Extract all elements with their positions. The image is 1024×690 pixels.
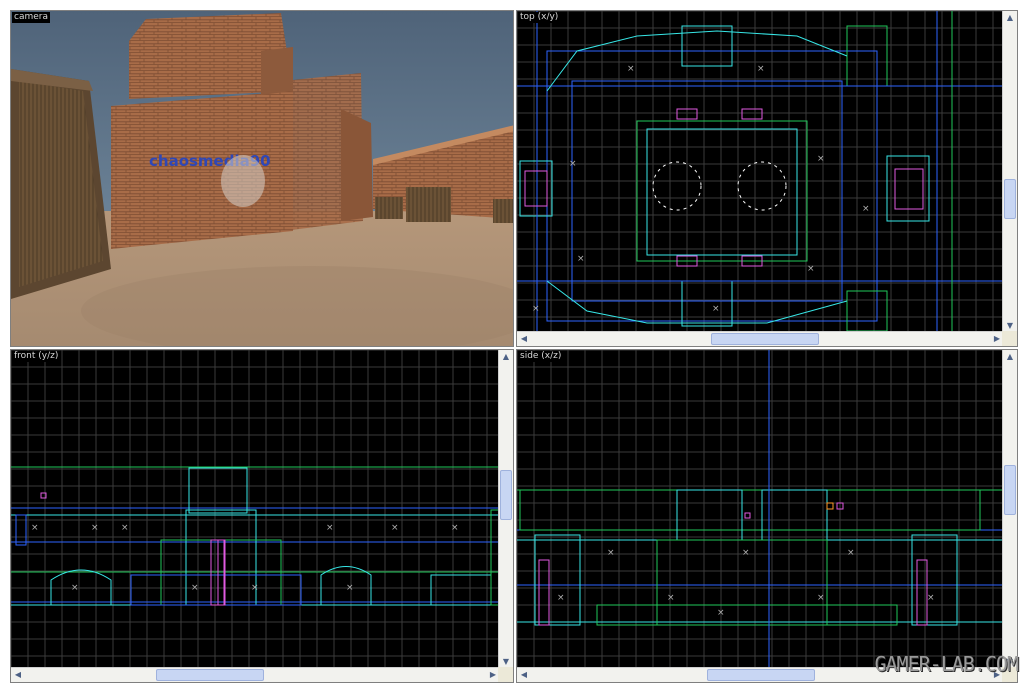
camera-viewport-label: camera	[12, 12, 50, 23]
svg-text:×: ×	[847, 548, 855, 558]
front-viewport-label: front (y/z)	[12, 351, 61, 362]
svg-text:×: ×	[391, 523, 399, 533]
svg-text:×: ×	[121, 523, 129, 533]
arrow-up-icon[interactable]: ▲	[1003, 11, 1017, 25]
side-viewport-label: side (x/z)	[518, 351, 564, 362]
front-horizontal-scrollbar[interactable]: ◀ ▶	[11, 667, 500, 682]
top-horizontal-scroll-thumb[interactable]	[711, 333, 819, 345]
svg-text:×: ×	[807, 264, 815, 274]
side-viewport[interactable]: side (x/z) × × × × × × × × ▲ ▼ ◀ ▶	[516, 349, 1018, 683]
svg-text:×: ×	[532, 304, 540, 314]
side-vertical-scroll-thumb[interactable]	[1004, 465, 1016, 515]
svg-text:×: ×	[251, 583, 259, 593]
arrow-left-icon[interactable]: ◀	[517, 332, 531, 346]
svg-text:×: ×	[862, 204, 870, 214]
arrow-left-icon[interactable]: ◀	[517, 668, 531, 682]
svg-text:×: ×	[627, 64, 635, 74]
top-brushes: × × × × × × × × ×	[517, 11, 1004, 333]
svg-text:×: ×	[607, 548, 615, 558]
svg-text:×: ×	[569, 159, 577, 169]
side-horizontal-scroll-thumb[interactable]	[707, 669, 815, 681]
svg-text:×: ×	[712, 304, 720, 314]
svg-text:×: ×	[577, 254, 585, 264]
top-vertical-scrollbar[interactable]: ▲ ▼	[1002, 11, 1017, 333]
front-viewport[interactable]: front (y/z) × × × × × × × × × × ▲ ▼ ◀ ▶	[10, 349, 514, 683]
front-brushes: × × × × × × × × × ×	[11, 466, 500, 606]
top-horizontal-scrollbar[interactable]: ◀ ▶	[517, 331, 1004, 346]
front-horizontal-scroll-thumb[interactable]	[156, 669, 264, 681]
svg-text:×: ×	[817, 593, 825, 603]
svg-text:×: ×	[927, 593, 935, 603]
svg-text:×: ×	[451, 523, 459, 533]
side-brushes: × × × × × × × ×	[517, 350, 1004, 669]
svg-text:×: ×	[91, 523, 99, 533]
svg-text:×: ×	[557, 593, 565, 603]
svg-text:×: ×	[31, 523, 39, 533]
svg-text:×: ×	[71, 583, 79, 593]
top-scroll-corner	[1002, 331, 1017, 346]
arrow-up-icon[interactable]: ▲	[1003, 350, 1017, 364]
top-viewport-label: top (x/y)	[518, 12, 561, 23]
svg-text:×: ×	[717, 608, 725, 618]
svg-text:×: ×	[742, 548, 750, 558]
top-vertical-scroll-thumb[interactable]	[1004, 179, 1016, 219]
svg-text:×: ×	[191, 583, 199, 593]
watermark-logo: GAMER-LAB.COM	[874, 652, 1019, 676]
front-scroll-corner	[498, 667, 513, 682]
svg-text:×: ×	[346, 583, 354, 593]
front-vertical-scroll-thumb[interactable]	[500, 470, 512, 520]
top-viewport[interactable]: top (x/y) × × × × × × × × × ▲ ▼ ◀ ▶	[516, 10, 1018, 347]
arrow-left-icon[interactable]: ◀	[11, 668, 25, 682]
svg-text:×: ×	[667, 593, 675, 603]
camera-render: chaosmedia90	[11, 11, 513, 346]
side-vertical-scrollbar[interactable]: ▲ ▼	[1002, 350, 1017, 669]
svg-text:×: ×	[817, 154, 825, 164]
arrow-up-icon[interactable]: ▲	[499, 350, 513, 364]
svg-text:×: ×	[326, 523, 334, 533]
front-vertical-scrollbar[interactable]: ▲ ▼	[498, 350, 513, 669]
camera-viewport[interactable]: camera chaosmedia90	[10, 10, 514, 347]
svg-text:×: ×	[757, 64, 765, 74]
